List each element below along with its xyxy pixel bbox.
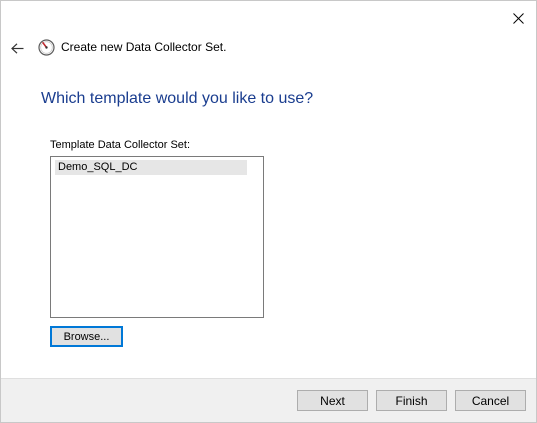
back-button[interactable]	[7, 37, 27, 59]
wizard-footer: Next Finish Cancel	[1, 378, 536, 422]
finish-button[interactable]: Finish	[376, 390, 447, 411]
close-button[interactable]	[506, 7, 530, 29]
close-icon	[512, 12, 524, 24]
template-listbox[interactable]: Demo_SQL_DC	[50, 156, 264, 318]
wizard-window: Create new Data Collector Set. Which tem…	[0, 0, 537, 423]
template-list-label: Template Data Collector Set:	[50, 139, 191, 151]
wizard-title: Create new Data Collector Set.	[61, 40, 227, 54]
list-item-demo-sql-dc[interactable]: Demo_SQL_DC	[55, 160, 247, 175]
back-arrow-icon	[10, 42, 23, 54]
background-window-edge	[1, 1, 536, 4]
page-heading: Which template would you like to use?	[41, 90, 314, 107]
next-button[interactable]: Next	[297, 390, 368, 411]
browse-button[interactable]: Browse...	[50, 326, 123, 347]
background-window-fragment	[31, 1, 141, 4]
cancel-button[interactable]: Cancel	[455, 390, 526, 411]
performance-monitor-icon	[38, 39, 55, 56]
wizard-header: Create new Data Collector Set.	[1, 37, 536, 59]
